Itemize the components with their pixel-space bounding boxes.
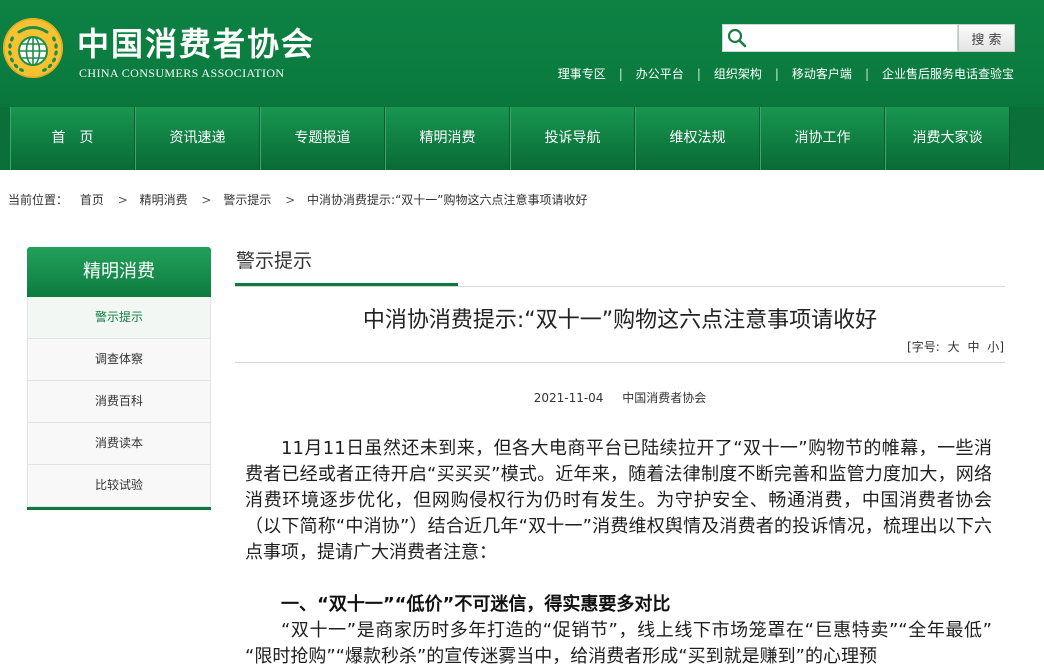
sidebar-list: 警示提示 调查体察 消费百科 消费读本 比较试验 (27, 297, 211, 510)
nav-item-smart-consumption[interactable]: 精明消费 (385, 107, 510, 170)
article-paragraph: “双十一”是商家历时多年打造的“促销节”，线上线下市场笼罩在“巨惠特卖”“全年最… (245, 620, 992, 667)
breadcrumb-warnings[interactable]: 警示提示 (223, 193, 271, 207)
top-link-separator: | (774, 67, 779, 81)
breadcrumb-current: 中消协消费提示:“双十一”购物这六点注意事项请收好 (307, 193, 588, 207)
font-size-large[interactable]: 大 (948, 340, 960, 354)
sidebar-item-comparison-tests[interactable]: 比较试验 (27, 465, 211, 507)
top-link-separator: | (864, 67, 869, 81)
logo-emblem-icon (3, 18, 63, 78)
logo-name-en: CHINA CONSUMERS ASSOCIATION (79, 66, 285, 80)
search-input[interactable] (751, 25, 955, 51)
nav-item-home[interactable]: 首 页 (10, 107, 135, 170)
sidebar: 精明消费 警示提示 调查体察 消费百科 消费读本 比较试验 (27, 247, 211, 510)
font-size-small[interactable]: 小 (987, 340, 999, 354)
breadcrumb-home[interactable]: 首页 (80, 193, 104, 207)
sidebar-item-investigation[interactable]: 调查体察 (27, 339, 211, 381)
section-header: 警示提示 (235, 247, 1005, 287)
site-header: 中国消费者协会 CHINA CONSUMERS ASSOCIATION 搜 索 … (0, 0, 1044, 107)
top-links: 理事专区 | 办公平台 | 组织架构 | 移动客户端 | 企业售后服务电话查验宝 (558, 66, 1014, 82)
font-size-medium[interactable]: 中 (967, 340, 979, 354)
top-link-after-sales-hotline[interactable]: 企业售后服务电话查验宝 (882, 66, 1014, 82)
breadcrumb-separator: > (117, 193, 128, 207)
article-meta: 2021-11-04 中国消费者协会 (235, 390, 1005, 406)
article-title: 中消协消费提示:“双十一”购物这六点注意事项请收好 (362, 308, 878, 333)
article-body: 11月11日虽然还未到来，但各大电商平台已陆续拉开了“双十一”购物节的帷幕，一些… (245, 436, 992, 667)
sidebar-item-readers[interactable]: 消费读本 (27, 423, 211, 465)
nav-item-complaint-guide[interactable]: 投诉导航 (510, 107, 635, 170)
sidebar-title: 精明消费 (27, 247, 211, 297)
main-nav-items: 首 页 资讯速递 专题报道 精明消费 投诉导航 维权法规 消协工作 消费大家谈 (10, 107, 1010, 170)
main-nav: 首 页 资讯速递 专题报道 精明消费 投诉导航 维权法规 消协工作 消费大家谈 (0, 107, 1044, 170)
nav-item-association-work[interactable]: 消协工作 (760, 107, 885, 170)
main-content: 警示提示 中消协消费提示:“双十一”购物这六点注意事项请收好 [字号: 大 中 … (235, 247, 1005, 667)
search-box (722, 24, 958, 52)
sidebar-item-warnings[interactable]: 警示提示 (27, 297, 211, 339)
breadcrumb-separator: > (201, 193, 212, 207)
nav-item-rights-laws[interactable]: 维权法规 (635, 107, 760, 170)
top-link-separator: | (618, 67, 623, 81)
logo-name-cn: 中国消费者协会 (77, 25, 316, 63)
font-size-close: ] (999, 340, 1004, 354)
site-search: 搜 索 (722, 24, 1016, 52)
search-icon (727, 28, 747, 48)
sidebar-item-encyclopedia[interactable]: 消费百科 (27, 381, 211, 423)
font-size-switcher: [字号: 大 中 小] (907, 339, 1004, 355)
nav-item-consumer-forum[interactable]: 消费大家谈 (885, 107, 1010, 170)
section-title: 警示提示 (235, 247, 458, 286)
article-source: 中国消费者协会 (622, 391, 707, 405)
site-logo[interactable]: 中国消费者协会 CHINA CONSUMERS ASSOCIATION (0, 14, 330, 84)
article-date: 2021-11-04 (533, 391, 604, 405)
top-link-mobile-client[interactable]: 移动客户端 (792, 66, 852, 82)
breadcrumb: 当前位置： 首页 > 精明消费 > 警示提示 > 中消协消费提示:“双十一”购物… (8, 192, 588, 208)
top-link-council[interactable]: 理事专区 (558, 66, 606, 82)
top-link-office-platform[interactable]: 办公平台 (636, 66, 684, 82)
nav-item-special-reports[interactable]: 专题报道 (260, 107, 385, 170)
article-section-heading: 一、“双十一”“低价”不可迷信，得实惠要多对比 (281, 594, 671, 615)
font-size-label: [字号: (907, 340, 940, 354)
article-divider (235, 362, 1005, 363)
page: 中国消费者协会 CHINA CONSUMERS ASSOCIATION 搜 索 … (0, 0, 1044, 667)
article-intro-paragraph: 11月11日虽然还未到来，但各大电商平台已陆续拉开了“双十一”购物节的帷幕，一些… (245, 438, 992, 563)
breadcrumb-smart-consumption[interactable]: 精明消费 (140, 193, 188, 207)
nav-item-news[interactable]: 资讯速递 (135, 107, 260, 170)
breadcrumb-separator: > (285, 193, 296, 207)
top-link-organization[interactable]: 组织架构 (714, 66, 762, 82)
search-button[interactable]: 搜 索 (958, 24, 1015, 52)
breadcrumb-label: 当前位置： (8, 193, 69, 207)
top-link-separator: | (696, 67, 701, 81)
